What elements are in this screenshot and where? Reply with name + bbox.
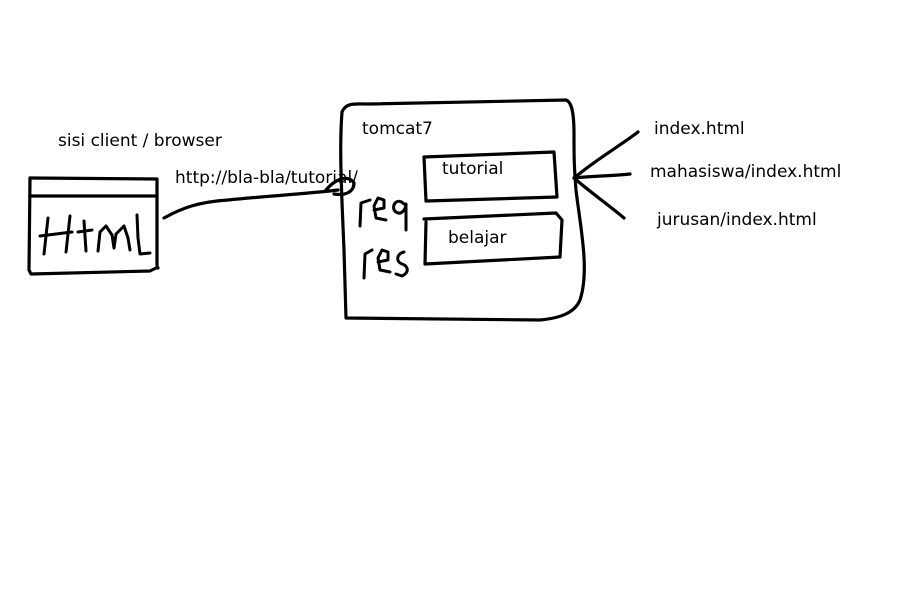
belajar-app-label: belajar — [448, 228, 507, 248]
file-fanout-lines — [572, 130, 640, 220]
diagram-canvas — [27, 98, 640, 322]
file-jurusan-label: jurusan/index.html — [657, 210, 817, 230]
file-index-label: index.html — [654, 119, 745, 139]
client-side-label: sisi client / browser — [58, 131, 222, 151]
server-handwritten-req-res — [358, 196, 409, 280]
request-url-label: http://bla-bla/tutorial/ — [175, 168, 358, 188]
server-label: tomcat7 — [362, 119, 433, 139]
file-mahasiswa-label: mahasiswa/index.html — [650, 162, 842, 182]
line-to-mahasiswa-index — [572, 172, 632, 180]
line-to-index — [572, 130, 640, 180]
tutorial-app-label: tutorial — [442, 159, 504, 179]
line-to-jurusan-index — [572, 176, 626, 220]
browser-handwritten-html — [38, 213, 152, 256]
